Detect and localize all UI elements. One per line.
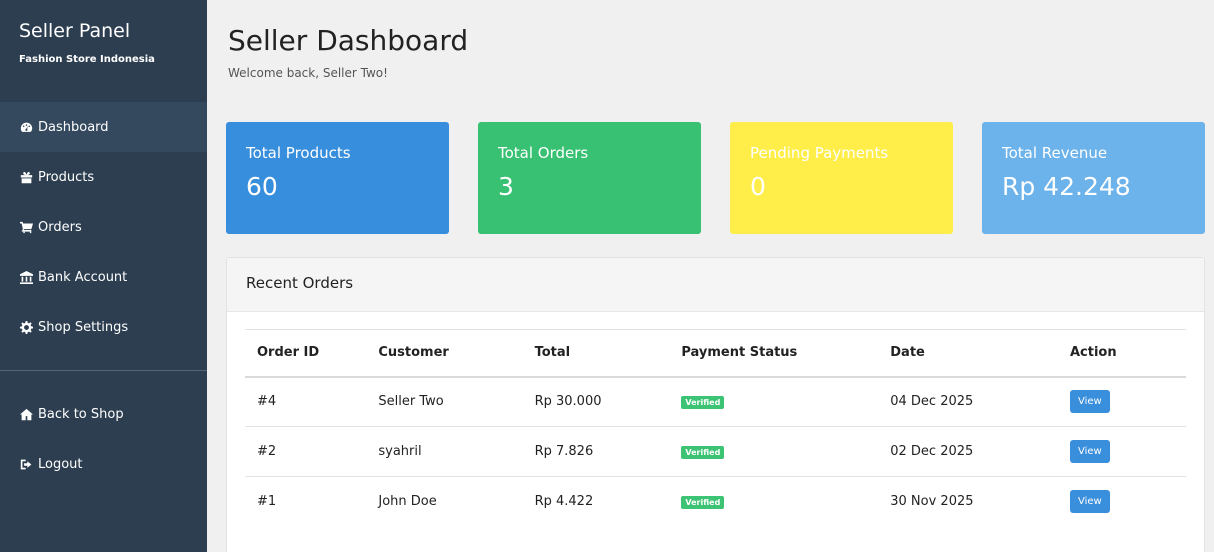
- view-button[interactable]: View: [1069, 490, 1110, 514]
- order-date: 04 Dec 2025: [878, 376, 1058, 427]
- stat-value: 3: [498, 172, 514, 201]
- view-button[interactable]: View: [1069, 440, 1110, 463]
- stat-card-total-orders: Total Orders 3: [478, 122, 701, 234]
- status-badge: Verified: [681, 396, 725, 410]
- sidebar-item-label: Shop Settings: [38, 319, 129, 335]
- stat-card-total-products: Total Products 60: [226, 122, 449, 234]
- stat-label: Pending Payments: [750, 144, 889, 162]
- customer-name: syahril: [366, 426, 523, 477]
- recent-orders-title: Recent Orders: [227, 258, 1204, 312]
- logout-icon: [18, 457, 34, 471]
- stat-value: Rp 42.248: [1002, 172, 1131, 201]
- welcome-text: Welcome back, Seller Two!: [228, 66, 388, 80]
- order-date: 30 Nov 2025: [890, 494, 974, 510]
- status-badge: Verified: [681, 446, 725, 459]
- order-total: Rp 7.826: [522, 426, 670, 477]
- brand: Seller Panel Fashion Store Indonesia: [0, 0, 207, 102]
- order-id: #4: [245, 376, 367, 427]
- stat-card-pending-payments: Pending Payments 0: [730, 122, 953, 234]
- products-icon: [18, 170, 34, 184]
- order-total: Rp 4.422: [534, 494, 594, 510]
- column-header: Order ID: [245, 329, 367, 378]
- column-header: Date: [878, 329, 1058, 378]
- brand-subtitle: Fashion Store Indonesia: [19, 54, 155, 65]
- cart-icon: [18, 220, 34, 234]
- stat-card-total-revenue: Total Revenue Rp 42.248: [982, 122, 1205, 234]
- sidebar-item-dashboard[interactable]: Dashboard: [0, 102, 207, 152]
- payment-status-cell: Verified: [669, 477, 878, 527]
- payment-status-cell: Verified: [669, 376, 879, 427]
- customer-name: John Doe: [378, 494, 437, 510]
- sidebar-item-bank-account[interactable]: Bank Account: [0, 252, 207, 302]
- column-header: Customer: [366, 329, 523, 378]
- bank-icon: [18, 270, 34, 284]
- orders-table: Order ID Customer Total Payment Status D…: [245, 329, 1186, 527]
- gear-icon: [18, 320, 34, 334]
- stat-label: Total Products: [246, 144, 351, 162]
- stat-label: Total Revenue: [1002, 144, 1108, 162]
- main-content: Seller Dashboard Welcome back, Seller Tw…: [207, 0, 1214, 552]
- brand-title: Seller Panel: [19, 20, 131, 42]
- action-cell: View: [1057, 426, 1186, 477]
- order-date: 02 Dec 2025: [878, 426, 1058, 477]
- page-title: Seller Dashboard: [228, 24, 469, 57]
- order-total: Rp 30.000: [522, 376, 670, 427]
- customer-name: Seller Two: [366, 376, 523, 427]
- table-header-row: Order ID Customer Total Payment Status D…: [245, 329, 1186, 378]
- sidebar-item-label: Back to Shop: [38, 406, 124, 422]
- action-cell: View: [1058, 477, 1186, 527]
- sidebar-item-logout[interactable]: Logout: [0, 439, 207, 489]
- stat-label: Total Orders: [498, 144, 589, 162]
- status-badge: Verified: [681, 496, 725, 510]
- table-row: #4 Seller Two Rp 30.000 Verified 04 Dec …: [245, 376, 1186, 427]
- table-row: #1 John Doe Rp 4.422 Verified 30 Nov 202…: [245, 477, 1186, 527]
- table-row: #2 syahril Rp 7.826 Verified 02 Dec 2025…: [245, 426, 1186, 477]
- column-header: Action: [1057, 329, 1186, 378]
- sidebar-divider: [0, 370, 207, 371]
- home-icon: [18, 407, 34, 421]
- sidebar-item-label: Products: [38, 169, 95, 185]
- sidebar-item-orders[interactable]: Orders: [0, 202, 207, 252]
- stat-value: 0: [750, 172, 766, 201]
- sidebar-item-back-to-shop[interactable]: Back to Shop: [0, 389, 207, 439]
- payment-status-cell: Verified: [669, 426, 879, 477]
- order-id: #1: [257, 494, 277, 510]
- column-header: Total: [522, 329, 670, 378]
- dashboard-icon: [18, 120, 34, 134]
- order-id: #2: [245, 426, 367, 477]
- sidebar-item-label: Dashboard: [38, 119, 109, 135]
- sidebar-item-products[interactable]: Products: [0, 152, 207, 202]
- sidebar-item-label: Bank Account: [38, 269, 128, 285]
- view-button[interactable]: View: [1069, 390, 1110, 414]
- sidebar-item-shop-settings[interactable]: Shop Settings: [0, 302, 207, 352]
- sidebar-item-label: Logout: [38, 456, 83, 472]
- sidebar: Seller Panel Fashion Store Indonesia Das…: [0, 0, 207, 552]
- column-header: Payment Status: [669, 329, 879, 378]
- stat-value: 60: [246, 172, 278, 201]
- action-cell: View: [1057, 376, 1186, 427]
- recent-orders-panel: Recent Orders Order ID Customer Total Pa…: [226, 257, 1205, 552]
- sidebar-item-label: Orders: [38, 219, 82, 235]
